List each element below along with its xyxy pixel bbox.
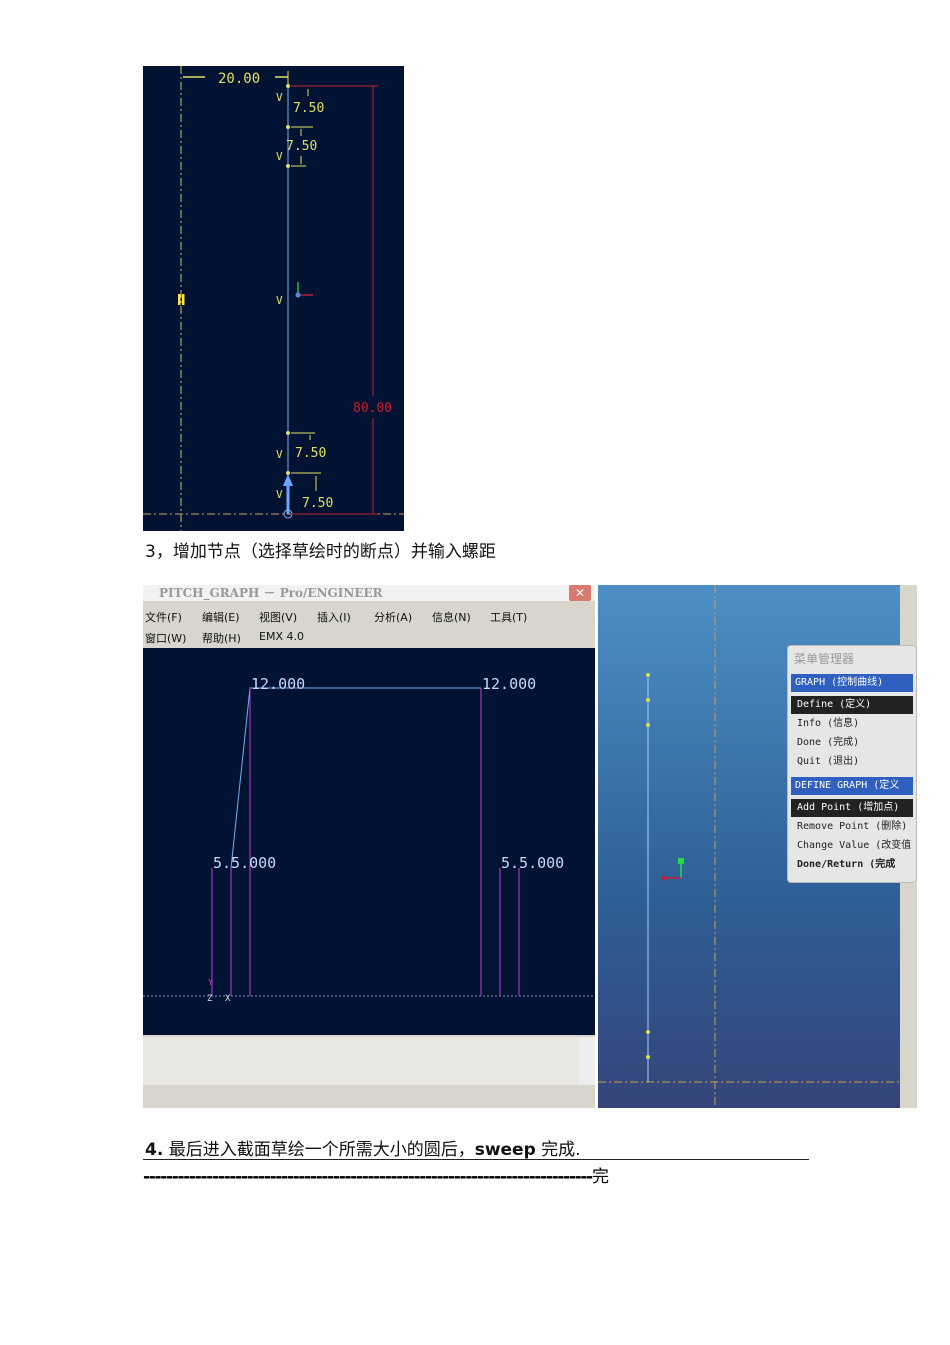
menu-help[interactable]: 帮助(H) (202, 630, 241, 646)
dim-pitch: 7.50 (286, 139, 317, 154)
menu-item-remove-point[interactable]: Remove Point (删除) (791, 818, 913, 836)
menu-edit[interactable]: 编辑(E) (202, 609, 240, 625)
menu-emx[interactable]: EMX 4.0 (259, 630, 304, 643)
graph-label: 5.5.000 (501, 854, 564, 872)
menu-file[interactable]: 文件(F) (145, 609, 182, 625)
divider-rule (143, 1159, 809, 1160)
end-marker: ----------------------------------------… (143, 1162, 809, 1187)
menu-item-done[interactable]: Done (完成) (791, 734, 913, 752)
document-page: 20.00 7.50 7.50 7.50 7.50 80.00 V V V V … (0, 0, 950, 1345)
close-button[interactable]: ✕ (569, 585, 591, 601)
step-keyword: sweep (474, 1140, 536, 1160)
step-number: 4. (145, 1140, 164, 1160)
dim-pitch: 7.50 (295, 446, 326, 461)
svg-text:Z: Z (207, 994, 213, 1004)
graph-canvas[interactable]: 12.000 12.000 5.5.000 5.5.000 Y Z X (143, 648, 595, 1035)
menu-item-info[interactable]: Info (信息) (791, 715, 913, 733)
step-tail: 完成. (541, 1140, 581, 1160)
graph-label: 12.000 (482, 675, 536, 693)
status-bar (143, 1085, 595, 1108)
menu-item-change-value[interactable]: Change Value (改变值 (791, 837, 913, 855)
menu-info[interactable]: 信息(N) (432, 609, 471, 625)
svg-text:Y: Y (208, 978, 213, 987)
graph-menu-header[interactable]: GRAPH (控制曲线) (791, 674, 913, 692)
menu-view[interactable]: 视图(V) (259, 609, 297, 625)
define-graph-menu-header[interactable]: DEFINE GRAPH (定义 (791, 777, 913, 795)
step-3-caption: 3，增加节点（选择草绘时的断点）并输入螺距 (145, 542, 496, 562)
svg-text:V: V (276, 150, 283, 163)
menu-window[interactable]: 窗口(W) (145, 630, 186, 646)
menu-item-quit[interactable]: Quit (退出) (791, 753, 913, 771)
window-title: PITCH_GRAPH － Pro/ENGINEER (143, 585, 595, 601)
message-area (143, 1037, 595, 1085)
svg-text:X: X (225, 994, 231, 1004)
graph-label: 12.000 (251, 675, 305, 693)
menu-item-define[interactable]: Define (定义) (791, 696, 913, 714)
menu-insert[interactable]: 插入(I) (317, 609, 351, 625)
menu-manager-title: 菜单管理器 (794, 652, 855, 666)
svg-text:V: V (276, 294, 283, 307)
svg-text:V: V (276, 488, 283, 501)
menu-item-done-return[interactable]: Done/Return (完成 (791, 856, 913, 874)
dim-pitch: 7.50 (293, 101, 324, 116)
helix-sketch-figure: 20.00 7.50 7.50 7.50 7.50 80.00 V V V V … (143, 66, 404, 531)
dim-pitch: 7.50 (302, 496, 333, 511)
svg-text:V: V (276, 448, 283, 461)
graph-label: 5.5.000 (213, 854, 276, 872)
step-4-caption: 4. 最后进入截面草绘一个所需大小的圆后，sweep 完成. (145, 1135, 581, 1160)
dash-line: ----------------------------------------… (143, 1167, 593, 1187)
message-scrollbar[interactable] (579, 1037, 595, 1085)
menu-analysis[interactable]: 分析(A) (374, 609, 412, 625)
menu-tools[interactable]: 工具(T) (490, 609, 527, 625)
pitch-curve (230, 687, 481, 869)
dim-20: 20.00 (218, 71, 260, 87)
svg-text:V: V (276, 91, 283, 104)
pitch-graph-window: PITCH_GRAPH － Pro/ENGINEER ✕ 文件(F) 编辑(E)… (143, 585, 595, 1108)
end-char: 完 (591, 1167, 609, 1187)
dim-80: 80.00 (353, 401, 392, 416)
menu-bar: 文件(F) 编辑(E) 视图(V) 插入(I) 分析(A) 信息(N) 工具(T… (143, 603, 595, 649)
step-text: 最后进入截面草绘一个所需大小的圆后， (168, 1140, 475, 1160)
pitch-graph-screenshot: PITCH_GRAPH － Pro/ENGINEER ✕ 文件(F) 编辑(E)… (143, 585, 917, 1108)
menu-manager: 菜单管理器 GRAPH (控制曲线) Define (定义) Info (信息)… (787, 645, 917, 883)
menu-item-add-point[interactable]: Add Point (增加点) (791, 799, 913, 817)
